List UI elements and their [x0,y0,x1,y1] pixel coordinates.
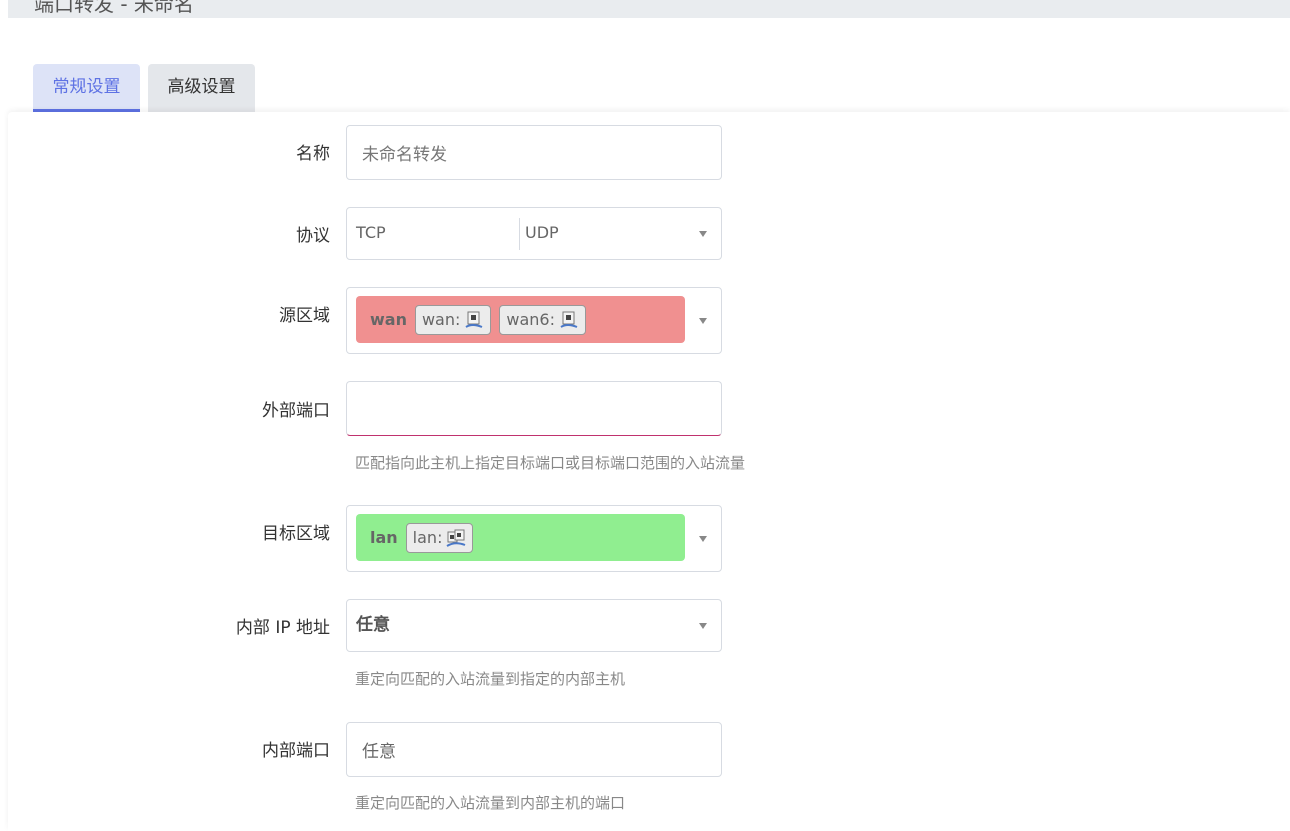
dest-zone-badge: lan lan: [356,514,685,561]
protocol-separator [519,218,520,250]
device-wan-label: wan: [421,310,461,329]
external-port-help: 匹配指向此主机上指定目标端口或目标端口范围的入站流量 [355,454,746,472]
dest-zone-label: 目标区域 [262,524,330,544]
internal-ip-value: 任意 [356,615,390,635]
external-port-label: 外部端口 [262,401,330,421]
protocol-option-tcp: TCP [356,223,386,242]
chevron-down-icon[interactable] [699,317,707,324]
source-zone-select[interactable]: wan wan: wan6: [346,287,722,354]
protocol-option-udp: UDP [525,223,559,242]
device-wan6-label: wan6: [506,310,555,329]
internal-port-placeholder: 任意 [362,742,396,762]
ethernet-port-icon [465,311,483,328]
internal-ip-label: 内部 IP 地址 [235,618,330,638]
internal-port-label: 内部端口 [262,741,330,761]
internal-port-input[interactable]: 任意 [346,722,722,777]
page-header-bar: 端口转发 - 未命名 [8,0,1290,18]
ethernet-port-icon [560,311,578,328]
protocol-select[interactable]: TCP UDP [346,207,722,260]
chevron-down-icon[interactable] [699,230,707,237]
dest-zone-select[interactable]: lan lan: [346,505,722,572]
dest-zone-name: lan [370,528,398,547]
name-input[interactable]: 未命名转发 [346,125,722,180]
tab-advanced-settings[interactable]: 高级设置 [148,64,255,112]
protocol-label: 协议 [296,226,330,246]
chevron-down-icon[interactable] [699,535,707,542]
name-placeholder: 未命名转发 [362,145,447,165]
chevron-down-icon[interactable] [699,622,707,629]
bridge-icon [446,529,466,547]
device-lan: lan: [405,522,474,553]
device-lan-label: lan: [412,528,443,547]
tab-general-settings[interactable]: 常规设置 [33,64,140,112]
device-wan: wan: [414,304,492,335]
internal-ip-help: 重定向匹配的入站流量到指定的内部主机 [355,670,626,688]
source-zone-badge: wan wan: wan6: [356,296,685,343]
source-zone-name: wan [370,310,407,329]
device-wan6: wan6: [499,304,586,335]
source-zone-label: 源区域 [279,306,330,326]
page-title: 端口转发 - 未命名 [34,0,194,16]
name-label: 名称 [296,144,330,164]
internal-ip-select[interactable]: 任意 [346,599,722,652]
external-port-input[interactable] [346,381,722,436]
internal-port-help: 重定向匹配的入站流量到内部主机的端口 [355,794,626,812]
